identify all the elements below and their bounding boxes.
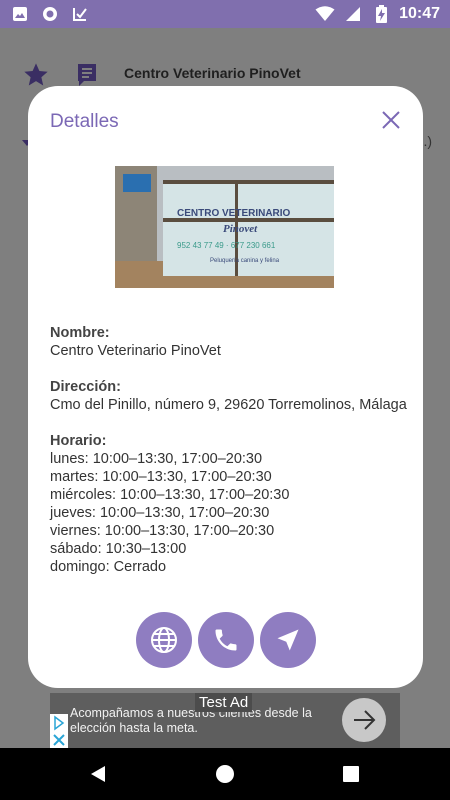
phone-icon [215, 629, 237, 651]
dialog-body: Nombre: Centro Veterinario PinoVet Direc… [50, 324, 410, 594]
address-value: Cmo del Pinillo, número 9, 29620 Torremo… [50, 397, 407, 413]
hours-thursday: jueves: 10:00–13:30, 17:00–20:30 [50, 505, 270, 521]
gallery-icon [10, 4, 30, 24]
hours-saturday: sábado: 10:30–13:00 [50, 541, 187, 557]
ad-choices-icon[interactable] [50, 714, 68, 748]
hours-wednesday: miércoles: 10:00–13:30, 17:00–20:30 [50, 487, 290, 503]
globe-icon [151, 627, 177, 653]
name-label: Nombre: [50, 325, 110, 341]
background-title: Centro Veterinario PinoVet [124, 65, 301, 81]
website-button[interactable] [136, 612, 192, 668]
star-icon [22, 61, 50, 89]
dialog-title: Detalles [50, 111, 119, 132]
note-icon [76, 63, 98, 87]
photo-sign-line1: CENTRO VETERINARIO [177, 208, 291, 219]
hours-label: Horario: [50, 433, 107, 449]
photo-sign-phones: 952 43 77 49 · 677 230 661 [177, 241, 276, 250]
status-left-icons [10, 4, 90, 24]
ad-open-button[interactable] [342, 698, 386, 742]
battery-charging-icon [371, 4, 391, 24]
close-icon [382, 111, 400, 129]
test-ad-label: Test Ad [195, 693, 253, 712]
hours-sunday: domingo: Cerrado [50, 559, 167, 575]
close-button[interactable] [379, 108, 403, 132]
action-buttons [136, 612, 316, 668]
recents-square-icon [343, 766, 359, 782]
hours-monday: lunes: 10:00–13:30, 17:00–20:30 [50, 451, 263, 467]
clinic-photo: CENTRO VETERINARIO Pinovet 952 43 77 49 … [115, 166, 334, 288]
hours-tuesday: martes: 10:00–13:30, 17:00–20:30 [50, 469, 272, 485]
arrow-right-icon [354, 710, 376, 730]
photo-sign-tagline: Peluquería canina y felina [210, 258, 280, 264]
hours-friday: viernes: 10:00–13:30, 17:00–20:30 [50, 523, 275, 539]
address-section: Dirección: Cmo del Pinillo, número 9, 29… [50, 378, 410, 414]
background-peek-text: .) [423, 133, 432, 149]
status-bar: 10:47 [0, 0, 450, 28]
home-button[interactable] [214, 763, 236, 785]
address-label: Dirección: [50, 379, 121, 395]
photo-sign-line2: Pinovet [223, 223, 258, 235]
download-check-icon [70, 4, 90, 24]
navigation-bar [0, 748, 450, 800]
recents-button[interactable] [340, 763, 362, 785]
name-section: Nombre: Centro Veterinario PinoVet [50, 324, 410, 360]
hours-section: Horario: lunes: 10:00–13:30, 17:00–20:30… [50, 432, 410, 576]
call-button[interactable] [198, 612, 254, 668]
navigation-arrow-icon [277, 629, 299, 651]
circle-app-icon [40, 4, 60, 24]
ad-banner[interactable]: Acompañamos a nuestros clientes desde la… [50, 693, 400, 748]
status-right-icons: 10:47 [315, 4, 440, 24]
details-dialog: Detalles CENTRO VETERINARIO Pinovet 952 … [28, 86, 423, 688]
name-value: Centro Veterinario PinoVet [50, 343, 221, 359]
back-button[interactable] [88, 763, 110, 785]
signal-icon [343, 4, 363, 24]
directions-button[interactable] [260, 612, 316, 668]
back-triangle-icon [91, 766, 105, 782]
home-circle-icon [216, 765, 234, 783]
wifi-icon [315, 4, 335, 24]
status-time: 10:47 [399, 5, 440, 22]
